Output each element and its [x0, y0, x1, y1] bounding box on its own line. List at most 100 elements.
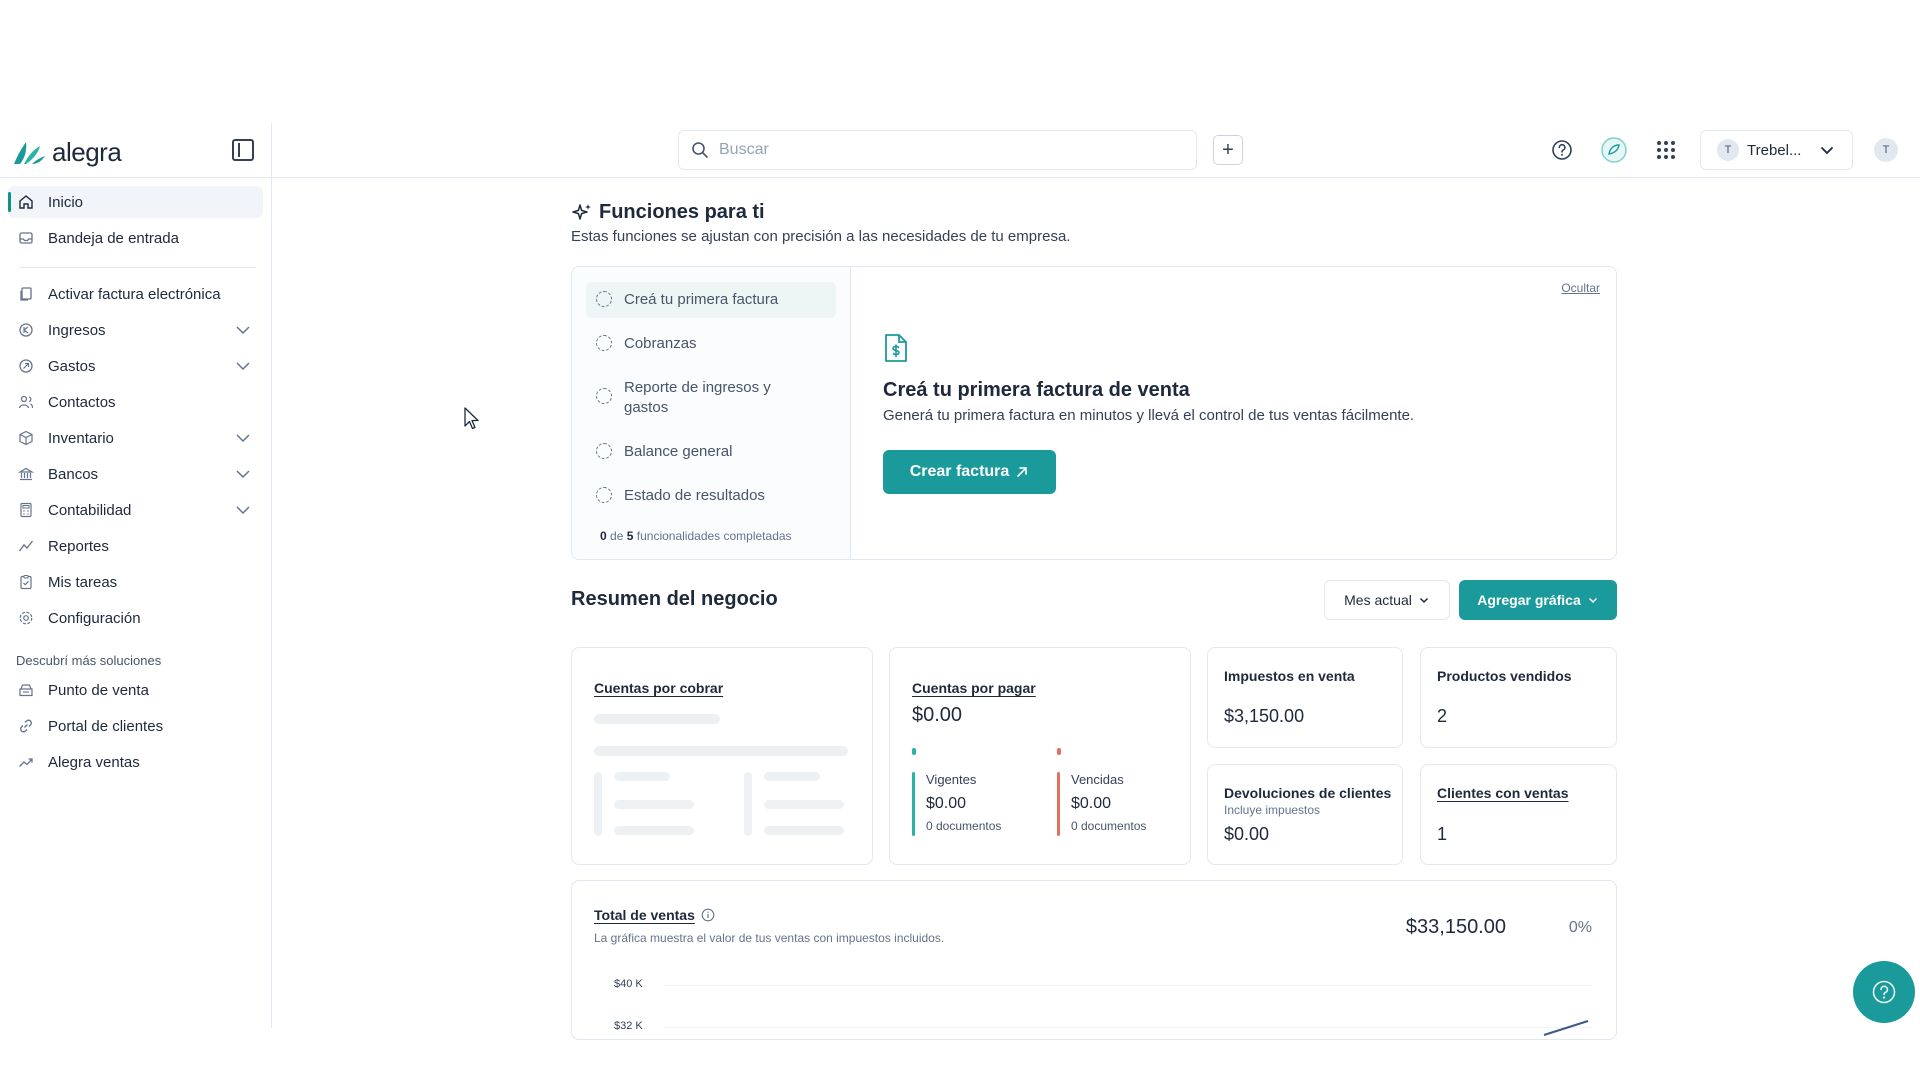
vigentes-column: Vigentes $0.00 0 documentos [912, 772, 1022, 838]
loading-skeleton [764, 826, 844, 835]
bank-icon [18, 466, 34, 482]
sidebar-item-inicio[interactable]: Inicio [8, 186, 263, 218]
sidebar-item-contabilidad[interactable]: Contabilidad [8, 494, 263, 526]
total-ventas-card: Total de ventas La gráfica muestra el va… [571, 880, 1617, 1040]
add-chart-button[interactable]: Agregar gráfica [1459, 580, 1617, 620]
sidebar-toggle-icon[interactable] [232, 139, 254, 161]
sidebar-item-gastos[interactable]: Gastos [8, 350, 263, 382]
kpi-title[interactable]: Clientes con ventas [1437, 785, 1569, 801]
sparkles-icon [572, 203, 591, 220]
apps-grid-icon[interactable] [1652, 136, 1680, 164]
vigentes-label: Vigentes [926, 772, 977, 787]
info-icon[interactable] [701, 908, 715, 922]
help-chat-button[interactable] [1853, 961, 1915, 1023]
y-tick-label: $32 K [614, 1020, 643, 1032]
kpi-cuentas-por-cobrar[interactable]: Cuentas por cobrar [571, 647, 873, 865]
period-dropdown[interactable]: Mes actual [1324, 580, 1450, 620]
ventas-title-text: Total de ventas [594, 907, 695, 923]
kpi-clientes-con-ventas[interactable]: Clientes con ventas 1 [1420, 764, 1617, 865]
step-pending-icon [596, 443, 612, 459]
loading-skeleton [594, 746, 848, 756]
step-estado-resultados[interactable]: Estado de resultados [586, 478, 836, 514]
logo-text: alegra [52, 137, 122, 167]
loading-skeleton [614, 772, 670, 781]
progress-of: de [610, 529, 624, 543]
kpi-title[interactable]: Cuentas por pagar [912, 680, 1036, 696]
chevron-down-icon[interactable] [235, 322, 251, 338]
quick-add-button[interactable]: + [1213, 135, 1243, 165]
trend-icon [18, 754, 34, 770]
step-reporte-ingresos[interactable]: Reporte de ingresos y gastos [586, 370, 786, 426]
step-label: Cobranzas [624, 335, 697, 352]
chevron-down-icon[interactable] [235, 430, 251, 446]
chevron-down-icon [1588, 597, 1597, 604]
features-subtitle: Estas funciones se ajustan con precisión… [571, 228, 1071, 245]
sidebar-item-configuracion[interactable]: Configuración [8, 602, 263, 634]
sidebar-item-alegra-ventas[interactable]: Alegra ventas [8, 746, 263, 778]
sidebar-item-portal-clientes[interactable]: Portal de clientes [8, 710, 263, 742]
loading-skeleton [594, 714, 720, 724]
feature-card-title: Creá tu primera factura de venta [883, 379, 1190, 401]
app-window: alegra + T Trebe [0, 123, 1920, 1040]
contacts-icon [18, 394, 34, 410]
step-cobranzas[interactable]: Cobranzas [586, 326, 836, 362]
sidebar-item-contactos[interactable]: Contactos [8, 386, 263, 418]
chevron-down-icon[interactable] [235, 502, 251, 518]
plus-icon: + [1222, 138, 1234, 161]
vencidas-docs: 0 documentos [1071, 819, 1147, 833]
progress-done: 0 [600, 529, 607, 543]
loading-skeleton [744, 772, 752, 836]
chevron-down-icon [1821, 147, 1834, 155]
company-selector[interactable]: T Trebel... [1700, 130, 1853, 170]
ventas-title[interactable]: Total de ventas [594, 907, 715, 923]
sidebar-item-bandeja[interactable]: Bandeja de entrada [8, 222, 263, 254]
sidebar-item-bancos[interactable]: Bancos [8, 458, 263, 490]
kpi-impuestos-venta[interactable]: Impuestos en venta $3,150.00 [1207, 647, 1403, 748]
loading-skeleton [764, 772, 820, 781]
sidebar-item-ingresos[interactable]: Ingresos [8, 314, 263, 346]
box-icon [18, 430, 34, 446]
chevron-down-icon[interactable] [235, 358, 251, 374]
chevron-down-icon [1419, 597, 1428, 604]
loading-skeleton [614, 826, 694, 835]
alegra-logo-icon [14, 141, 45, 164]
sidebar-item-label: Mis tareas [48, 573, 118, 591]
kpi-cuentas-por-pagar[interactable]: Cuentas por pagar $0.00 Vigentes $0.00 0… [889, 647, 1191, 865]
kpi-devoluciones[interactable]: Devoluciones de clientes Incluye impuest… [1207, 764, 1403, 865]
user-avatar[interactable]: T [1874, 138, 1898, 162]
inbox-icon [18, 230, 34, 246]
chevron-down-icon[interactable] [235, 466, 251, 482]
step-label: Estado de resultados [624, 487, 765, 504]
add-chart-label: Agregar gráfica [1477, 592, 1581, 608]
search-input[interactable] [719, 141, 1159, 159]
kpi-title: Impuestos en venta [1224, 668, 1355, 684]
step-pending-icon [596, 487, 612, 503]
step-pending-icon [596, 388, 612, 404]
kpi-value: 1 [1437, 824, 1448, 844]
vigentes-docs: 0 documentos [926, 819, 1002, 833]
hide-features-link[interactable]: Ocultar [1561, 281, 1600, 295]
create-invoice-button[interactable]: Crear factura [883, 450, 1056, 494]
kpi-title[interactable]: Cuentas por cobrar [594, 680, 723, 696]
assistant-icon[interactable] [1600, 136, 1628, 164]
vigentes-marker [912, 748, 916, 755]
gridline [664, 985, 1592, 986]
vencidas-marker [1057, 748, 1061, 755]
step-balance-general[interactable]: Balance general [586, 434, 836, 470]
create-invoice-label: Crear factura [909, 463, 1010, 480]
step-primera-factura[interactable]: Creá tu primera factura [586, 282, 836, 318]
sidebar-item-inventario[interactable]: Inventario [8, 422, 263, 454]
sidebar-item-reportes[interactable]: Reportes [8, 530, 263, 562]
period-label: Mes actual [1344, 592, 1412, 608]
alegra-logo[interactable]: alegra [12, 137, 122, 168]
sidebar-item-label: Gastos [48, 357, 96, 375]
kpi-productos-vendidos[interactable]: Productos vendidos 2 [1420, 647, 1617, 748]
search-box[interactable] [678, 130, 1197, 170]
loading-skeleton [594, 772, 602, 836]
sidebar-item-label: Bandeja de entrada [48, 229, 179, 247]
sidebar-item-mis-tareas[interactable]: Mis tareas [8, 566, 263, 598]
help-circle-icon[interactable] [1548, 136, 1576, 164]
sidebar-item-factura-electronica[interactable]: Activar factura electrónica [8, 278, 263, 310]
vencidas-bar [1057, 772, 1060, 836]
sidebar-item-punto-de-venta[interactable]: Punto de venta [8, 674, 263, 706]
